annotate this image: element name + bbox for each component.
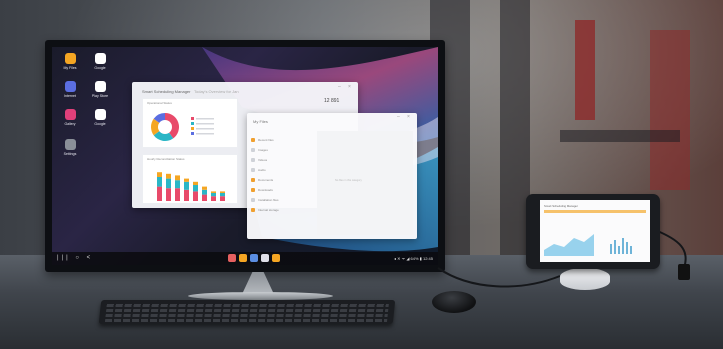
tablet-dashboard xyxy=(544,210,646,256)
usb-cable xyxy=(437,229,687,288)
tablet-screen: Smart Scheduling Manager xyxy=(540,200,650,262)
key-row xyxy=(106,309,389,312)
keyboard xyxy=(98,300,396,324)
tablet-app-title: Smart Scheduling Manager xyxy=(544,204,578,208)
tablet-bars xyxy=(610,238,632,254)
usb-adapter xyxy=(678,264,690,280)
cable-segment xyxy=(437,267,561,288)
highlight-bar xyxy=(544,210,646,213)
mouse xyxy=(432,291,476,313)
area-chart xyxy=(544,234,594,256)
docking-station xyxy=(560,268,610,290)
key-row xyxy=(104,319,388,322)
rugged-tablet: Smart Scheduling Manager xyxy=(526,194,660,269)
key-row xyxy=(105,314,388,317)
key-row xyxy=(106,304,389,307)
